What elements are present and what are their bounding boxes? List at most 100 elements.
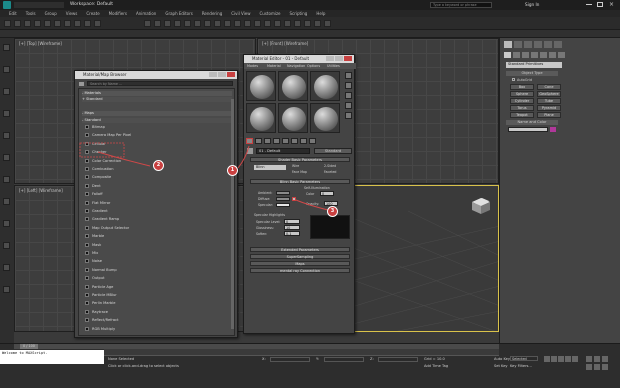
primitive-button[interactable]: Cone <box>537 84 561 90</box>
primitive-type-dropdown[interactable]: Standard Primitives <box>506 62 562 68</box>
curve-editor-icon[interactable] <box>274 20 281 27</box>
menu-item[interactable]: Create <box>86 10 99 17</box>
search-input[interactable]: Type a keyword or phrase <box>430 2 492 8</box>
sample-slot-1[interactable] <box>246 71 276 101</box>
next-frame-icon[interactable] <box>565 356 571 362</box>
reference-system-icon[interactable] <box>174 20 181 27</box>
soften-field[interactable]: 0.1 <box>284 231 300 236</box>
map-list-item[interactable]: Falloff <box>85 192 234 197</box>
zoom-all-icon[interactable] <box>594 356 600 362</box>
material-type-button[interactable]: Standard <box>314 148 352 154</box>
browser-options-icon[interactable] <box>79 82 84 86</box>
material-editor-menu-item[interactable]: Modes <box>247 63 258 69</box>
motion-tab-icon[interactable] <box>534 41 542 48</box>
primitive-button[interactable]: Teapot <box>510 112 534 118</box>
cameras-icon[interactable] <box>531 52 538 58</box>
mirror-icon[interactable] <box>244 20 251 27</box>
shapes-icon[interactable] <box>513 52 520 58</box>
object-name-field[interactable] <box>508 127 548 132</box>
layers-icon[interactable] <box>3 66 10 73</box>
object-color-swatch[interactable] <box>550 127 556 132</box>
sample-slot-4[interactable] <box>246 103 276 133</box>
menu-item[interactable]: Help <box>316 10 325 17</box>
map-list-item[interactable]: Checker <box>85 150 234 155</box>
browser-section-header[interactable]: - Standard <box>82 118 232 123</box>
go-to-parent-icon[interactable] <box>300 138 307 144</box>
wire-checkbox[interactable]: Wire <box>292 164 299 168</box>
menu-item[interactable]: Scripting <box>290 10 308 17</box>
schematic-view-icon[interactable] <box>284 20 291 27</box>
supersampling-rollout[interactable]: SuperSampling <box>250 254 350 259</box>
diffuse-map-button[interactable] <box>292 197 296 201</box>
pan-icon[interactable] <box>586 364 592 370</box>
command-panel-tabs[interactable] <box>504 41 616 49</box>
minimize-icon[interactable] <box>209 72 217 77</box>
sample-slot-3[interactable] <box>310 71 340 101</box>
track-bar[interactable] <box>104 349 499 356</box>
browser-section-header[interactable]: - Maps <box>82 111 232 116</box>
menu-item[interactable]: Customize <box>260 10 281 17</box>
snaps-icon[interactable] <box>194 20 201 27</box>
map-list-item[interactable]: Gradient <box>85 209 234 214</box>
window-crossing-icon[interactable] <box>94 20 101 27</box>
go-to-start-icon[interactable] <box>544 356 550 362</box>
face-map-checkbox[interactable]: Face Map <box>292 170 307 174</box>
maxscript-listener[interactable]: Welcome to MAXScript. <box>0 350 104 364</box>
maps-rollout[interactable]: Maps <box>250 261 350 266</box>
menu-item[interactable]: Rendering <box>202 10 222 17</box>
sort-icon[interactable] <box>3 198 10 205</box>
hierarchy-tab-icon[interactable] <box>524 41 532 48</box>
material-editor-menu-item[interactable]: Options <box>307 63 320 69</box>
map-list-item[interactable]: Marble <box>85 234 234 239</box>
close-icon[interactable]: × <box>609 1 614 8</box>
viewport-label[interactable]: [+] [Front] [Wireframe] <box>262 41 308 46</box>
browser-titlebar[interactable]: Material/Map Browser <box>75 71 237 79</box>
sample-type-icon[interactable] <box>345 72 352 79</box>
browser-section-header[interactable]: - Materials <box>82 91 232 96</box>
primitive-button[interactable]: Pyramid <box>537 105 561 111</box>
sample-slot-2[interactable] <box>278 71 308 101</box>
create-tab-icon[interactable] <box>504 41 512 48</box>
material-name-field[interactable]: 01 - Default <box>256 148 310 154</box>
sign-in-link[interactable]: Sign In <box>525 1 539 9</box>
rotate-icon[interactable] <box>154 20 161 27</box>
hide-icon[interactable] <box>3 132 10 139</box>
selection-filter-icon[interactable] <box>54 20 61 27</box>
helpers-icon[interactable] <box>540 52 547 58</box>
minimize-icon[interactable] <box>586 4 592 5</box>
map-list-item[interactable]: Normal Bump <box>85 267 234 273</box>
orbit-icon[interactable] <box>594 364 600 370</box>
window-controls[interactable]: × <box>584 1 618 8</box>
menu-item[interactable]: Views <box>66 10 78 17</box>
mental-ray-rollout[interactable]: mental ray Connection <box>250 268 350 273</box>
faceted-checkbox[interactable]: Faceted <box>324 170 336 174</box>
browser-list[interactable]: - Materials + Standard - Maps - Standard Bit… <box>78 88 235 336</box>
viewport-label[interactable]: [+] [Left] [Wireframe] <box>19 188 63 193</box>
map-list-item[interactable]: Particle MBlur <box>85 293 234 298</box>
blinn-basic-rollout[interactable]: Blinn Basic Parameters <box>250 179 350 184</box>
sample-slot-6[interactable] <box>310 103 340 133</box>
material-editor-titlebar[interactable]: Material Editor - 01 - Default <box>244 55 354 63</box>
utilities-tab-icon[interactable] <box>554 41 562 48</box>
map-list-item[interactable]: Output <box>85 276 234 281</box>
link-icon[interactable] <box>24 20 31 27</box>
get-material-icon[interactable] <box>246 138 253 144</box>
isolate-icon[interactable] <box>3 176 10 183</box>
move-icon[interactable] <box>144 20 151 27</box>
maximize-viewport-icon[interactable] <box>602 364 608 370</box>
uv-tiling-icon[interactable] <box>345 102 352 109</box>
autogrid-checkbox[interactable]: AutoGrid <box>512 78 532 82</box>
object-type-rollout[interactable]: Object Type <box>506 71 558 76</box>
eyedropper-icon[interactable] <box>247 148 253 154</box>
undo-icon[interactable] <box>4 20 11 27</box>
map-list-item[interactable]: Bitmap <box>85 125 234 130</box>
x-coordinate-field[interactable] <box>270 357 310 362</box>
systems-icon[interactable] <box>558 52 565 58</box>
pivot-icon[interactable] <box>184 20 191 27</box>
spinner-snap-icon[interactable] <box>224 20 231 27</box>
map-list-item[interactable]: Noise <box>85 259 234 264</box>
glossiness-field[interactable]: 10 <box>284 225 300 230</box>
make-unique-icon[interactable] <box>273 138 280 144</box>
material-editor-menu-item[interactable]: Navigation <box>287 63 305 69</box>
sample-slot-5[interactable] <box>278 103 308 133</box>
